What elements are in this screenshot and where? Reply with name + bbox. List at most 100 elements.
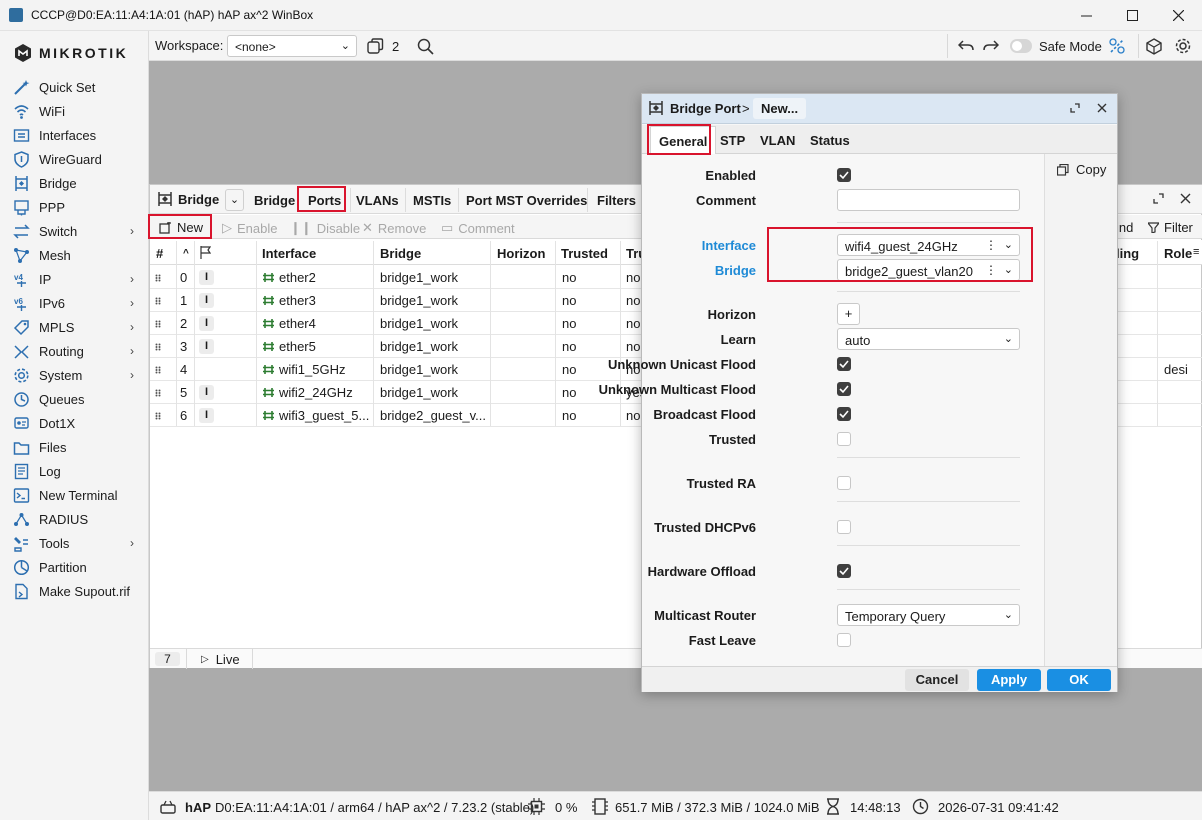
tab-mstis[interactable]: MSTIs <box>407 189 457 211</box>
col-horizon[interactable]: Horizon <box>497 246 545 261</box>
tab-bridge[interactable]: Bridge <box>248 189 301 211</box>
tab-stp[interactable]: STP <box>712 126 753 154</box>
col-ling[interactable]: ling <box>1116 246 1139 261</box>
tab-status[interactable]: Status <box>802 126 858 154</box>
package-icon[interactable] <box>1145 37 1163 55</box>
sidebar-item-switch[interactable]: Switch › <box>0 219 148 243</box>
sidebar-item-routing[interactable]: Routing › <box>0 339 148 363</box>
sidebar-item-quick-set[interactable]: Quick Set <box>0 75 148 99</box>
windows-icon[interactable] <box>367 38 384 54</box>
sidebar-item-ipv6[interactable]: v6 IPv6 › <box>0 291 148 315</box>
remove-button[interactable]: ✕ Remove <box>362 220 426 236</box>
live-toggle[interactable]: ▷ Live <box>201 652 240 667</box>
sidebar-item-queues[interactable]: Queues <box>0 387 148 411</box>
enable-button[interactable]: ▷ Enable <box>222 220 277 236</box>
sidebar-item-files[interactable]: Files <box>0 435 148 459</box>
disable-label: Disable <box>316 220 361 236</box>
maximize-dialog-icon[interactable] <box>1070 103 1080 113</box>
trusted-checkbox[interactable] <box>837 432 851 446</box>
row-trusted: no <box>562 270 577 285</box>
flag-icon[interactable] <box>200 246 211 259</box>
search-icon[interactable] <box>417 38 434 55</box>
col-bridge[interactable]: Bridge <box>380 246 421 261</box>
tab-ports[interactable]: Ports <box>302 189 347 211</box>
tab-vlan[interactable]: VLAN <box>752 126 803 154</box>
horizon-add-button[interactable]: + <box>837 303 860 325</box>
row-trusted: no <box>562 385 577 400</box>
drag-handle-icon[interactable] <box>155 274 161 282</box>
drag-handle-icon[interactable] <box>155 412 161 420</box>
col-interface[interactable]: Interface <box>262 246 316 261</box>
interface-select[interactable]: wifi4_guest_24GHz ⋮ ⌄ <box>837 234 1020 256</box>
enabled-checkbox[interactable] <box>837 168 851 182</box>
sidebar-item-log[interactable]: Log <box>0 459 148 483</box>
new-button[interactable]: New <box>159 220 203 235</box>
sidebar-item-new-terminal[interactable]: New Terminal <box>0 483 148 507</box>
restore-window-icon[interactable] <box>1153 193 1164 204</box>
disable-button[interactable]: ❙❙ Disable <box>290 220 360 236</box>
unknown-multicast-flood-checkbox[interactable] <box>837 382 851 396</box>
minimize-button[interactable] <box>1063 0 1109 31</box>
undo-icon[interactable] <box>958 39 974 53</box>
col-trusted[interactable]: Trusted <box>561 246 608 261</box>
apply-button[interactable]: Apply <box>977 669 1041 691</box>
sidebar-item-mesh[interactable]: Mesh <box>0 243 148 267</box>
multicast-router-select[interactable]: Temporary Query ⌄ <box>837 604 1020 626</box>
col-number[interactable]: # <box>156 246 163 261</box>
sidebar-item-bridge[interactable]: Bridge <box>0 171 148 195</box>
column-menu-icon[interactable]: ≡ <box>1193 246 1199 258</box>
fast-leave-checkbox[interactable] <box>837 633 851 647</box>
copy-button[interactable]: Copy <box>1057 162 1106 177</box>
tab-general[interactable]: General <box>650 126 717 154</box>
learn-select[interactable]: auto ⌄ <box>837 328 1020 350</box>
sidebar-item-ppp[interactable]: PPP <box>0 195 148 219</box>
col-role[interactable]: Role <box>1164 246 1192 261</box>
sidebar-item-ip[interactable]: v4 IP › <box>0 267 148 291</box>
safe-mode-toggle[interactable] <box>1010 39 1032 53</box>
drag-handle-icon[interactable] <box>155 366 161 374</box>
comment-button[interactable]: ▭ Comment <box>441 220 515 236</box>
broadcast-flood-checkbox[interactable] <box>837 407 851 421</box>
drag-handle-icon[interactable] <box>155 320 161 328</box>
tab-port-mst-overrides[interactable]: Port MST Overrides <box>460 189 593 211</box>
filter-button[interactable]: Filter <box>1148 220 1193 235</box>
close-window-button[interactable] <box>1155 0 1201 31</box>
drag-handle-icon[interactable] <box>155 297 161 305</box>
sidebar-item-wifi[interactable]: WiFi <box>0 99 148 123</box>
drag-handle-icon[interactable] <box>155 389 161 397</box>
gear-icon[interactable] <box>1174 37 1192 55</box>
workspace-select[interactable]: <none> ⌄ <box>227 35 357 57</box>
find-button[interactable]: ind <box>1116 220 1133 235</box>
memory-icon <box>592 798 608 815</box>
sidebar-item-make-supout-rif[interactable]: Make Supout.rif <box>0 579 148 603</box>
sidebar-item-mpls[interactable]: MPLS › <box>0 315 148 339</box>
trusted-ra-checkbox[interactable] <box>837 476 851 490</box>
tab-vlans[interactable]: VLANs <box>350 189 405 211</box>
close-icon[interactable] <box>1180 193 1191 204</box>
comment-field[interactable] <box>837 189 1020 211</box>
bridge-select[interactable]: bridge2_guest_vlan20 ⋮ ⌄ <box>837 259 1020 281</box>
more-options-icon[interactable]: ⋮ <box>985 238 997 252</box>
close-dialog-icon[interactable] <box>1097 103 1107 113</box>
hardware-offload-checkbox[interactable] <box>837 564 851 578</box>
unknown-unicast-flood-checkbox[interactable] <box>837 357 851 371</box>
sidebar-item-tools[interactable]: Tools › <box>0 531 148 555</box>
maximize-button[interactable] <box>1109 0 1155 31</box>
sidebar-item-system[interactable]: System › <box>0 363 148 387</box>
sidebar-item-radius[interactable]: RADIUS <box>0 507 148 531</box>
sidebar-item-interfaces[interactable]: Interfaces <box>0 123 148 147</box>
more-options-icon[interactable]: ⋮ <box>985 263 997 277</box>
window-menu-dropdown[interactable]: ⌄ <box>225 189 244 211</box>
main-toolbar: Workspace: <none> ⌄ 2 Safe Mode <box>149 31 1202 61</box>
tab-filters[interactable]: Filters <box>591 189 642 211</box>
trusted-dhcpv6-checkbox[interactable] <box>837 520 851 534</box>
redo-icon[interactable] <box>983 39 999 53</box>
sidebar-item-partition[interactable]: Partition <box>0 555 148 579</box>
sort-ascending-icon[interactable]: ^ <box>183 248 189 259</box>
dashed-link-icon[interactable] <box>1108 37 1126 55</box>
ok-button[interactable]: OK <box>1047 669 1111 691</box>
sidebar-item-dot1x[interactable]: Dot1X <box>0 411 148 435</box>
drag-handle-icon[interactable] <box>155 343 161 351</box>
sidebar-item-wireguard[interactable]: WireGuard <box>0 147 148 171</box>
cancel-button[interactable]: Cancel <box>905 669 969 691</box>
